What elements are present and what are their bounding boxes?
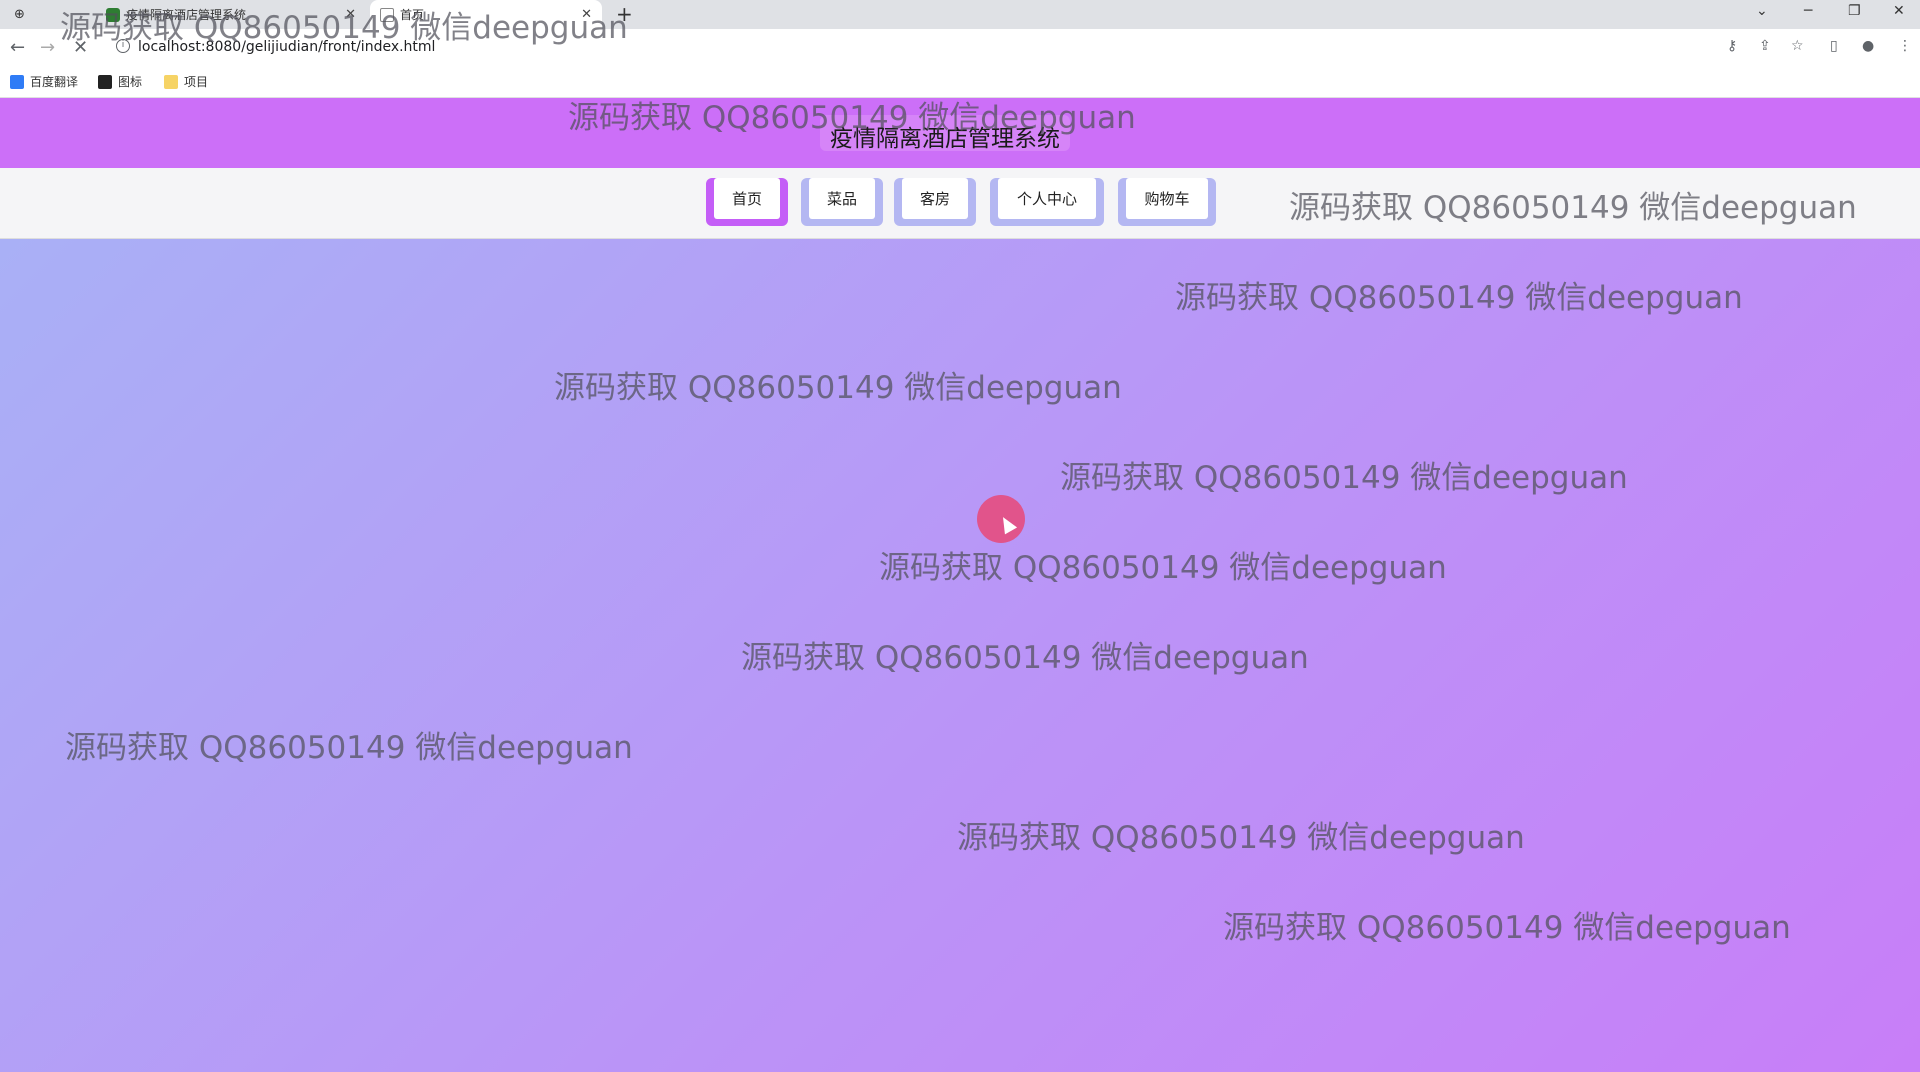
tab-search-icon[interactable]: ⊕: [14, 0, 34, 29]
bookmark-item[interactable]: 百度翻译: [10, 73, 78, 90]
bookmark-item[interactable]: 图标: [98, 73, 142, 90]
restore-button[interactable]: ❐: [1848, 3, 1861, 19]
close-tab-icon[interactable]: ✕: [581, 7, 592, 22]
nav-label: 个人中心: [998, 178, 1096, 219]
nav-cart[interactable]: 购物车: [1118, 178, 1216, 226]
image-icon: [98, 74, 112, 89]
nav-label: 客房: [902, 178, 968, 219]
info-icon[interactable]: i: [116, 39, 130, 53]
translate-icon: [10, 74, 24, 89]
main-nav: 首页 菜品 客房 个人中心 购物车: [0, 168, 1920, 239]
tab-admin[interactable]: 疫情隔离酒店管理系统 ✕: [96, 0, 366, 29]
nav-home[interactable]: 首页: [706, 178, 788, 226]
close-window-button[interactable]: ✕: [1893, 3, 1905, 19]
profile-icon[interactable]: ●: [1862, 38, 1874, 54]
nav-profile[interactable]: 个人中心: [990, 178, 1104, 226]
bookmark-label: 图标: [118, 75, 143, 89]
main-content: [0, 239, 1920, 1072]
leaf-favicon-icon: [106, 7, 120, 22]
stop-icon[interactable]: ✕: [73, 37, 88, 58]
browser-toolbar: ← → ✕ i localhost:8080/gelijiudian/front…: [0, 29, 1920, 65]
site-header: 疫情隔离酒店管理系统: [0, 98, 1920, 168]
url-text[interactable]: localhost:8080/gelijiudian/front/index.h…: [138, 39, 435, 55]
nav-rooms[interactable]: 客房: [894, 178, 976, 226]
nav-label: 菜品: [809, 178, 875, 219]
new-tab-button[interactable]: +: [616, 2, 633, 26]
bookmarks-bar: 百度翻译 图标 项目: [0, 65, 1920, 98]
back-icon[interactable]: ←: [10, 37, 25, 58]
key-icon[interactable]: ⚷: [1727, 38, 1737, 54]
minimize-button[interactable]: ─: [1804, 3, 1812, 19]
close-tab-icon[interactable]: ✕: [345, 7, 356, 22]
tab-home[interactable]: 首页 ✕: [370, 0, 602, 29]
sidepanel-icon[interactable]: ▯: [1830, 38, 1838, 54]
tab-search-chevron-icon[interactable]: ⌄: [1756, 3, 1768, 19]
tab-title: 疫情隔离酒店管理系统: [126, 8, 247, 22]
bookmark-label: 百度翻译: [30, 75, 79, 89]
nav-label: 首页: [714, 178, 780, 219]
tab-title: 首页: [400, 8, 425, 22]
forward-icon[interactable]: →: [40, 37, 55, 58]
bookmark-label: 项目: [184, 75, 209, 89]
nav-label: 购物车: [1126, 178, 1208, 219]
folder-icon: [164, 74, 178, 89]
share-icon[interactable]: ⇪: [1759, 38, 1771, 54]
address-bar[interactable]: i localhost:8080/gelijiudian/front/index…: [108, 35, 1698, 60]
bookmark-item[interactable]: 项目: [164, 73, 208, 90]
site-title: 疫情隔离酒店管理系统: [820, 115, 1070, 152]
browser-tab-strip: ⊕ 疫情隔离酒店管理系统 ✕ 首页 ✕ + ⌄ ─ ❐ ✕: [0, 0, 1920, 29]
page-favicon-icon: [380, 7, 394, 22]
menu-icon[interactable]: ⋮: [1898, 38, 1912, 54]
star-icon[interactable]: ☆: [1791, 38, 1804, 54]
nav-dishes[interactable]: 菜品: [801, 178, 883, 226]
